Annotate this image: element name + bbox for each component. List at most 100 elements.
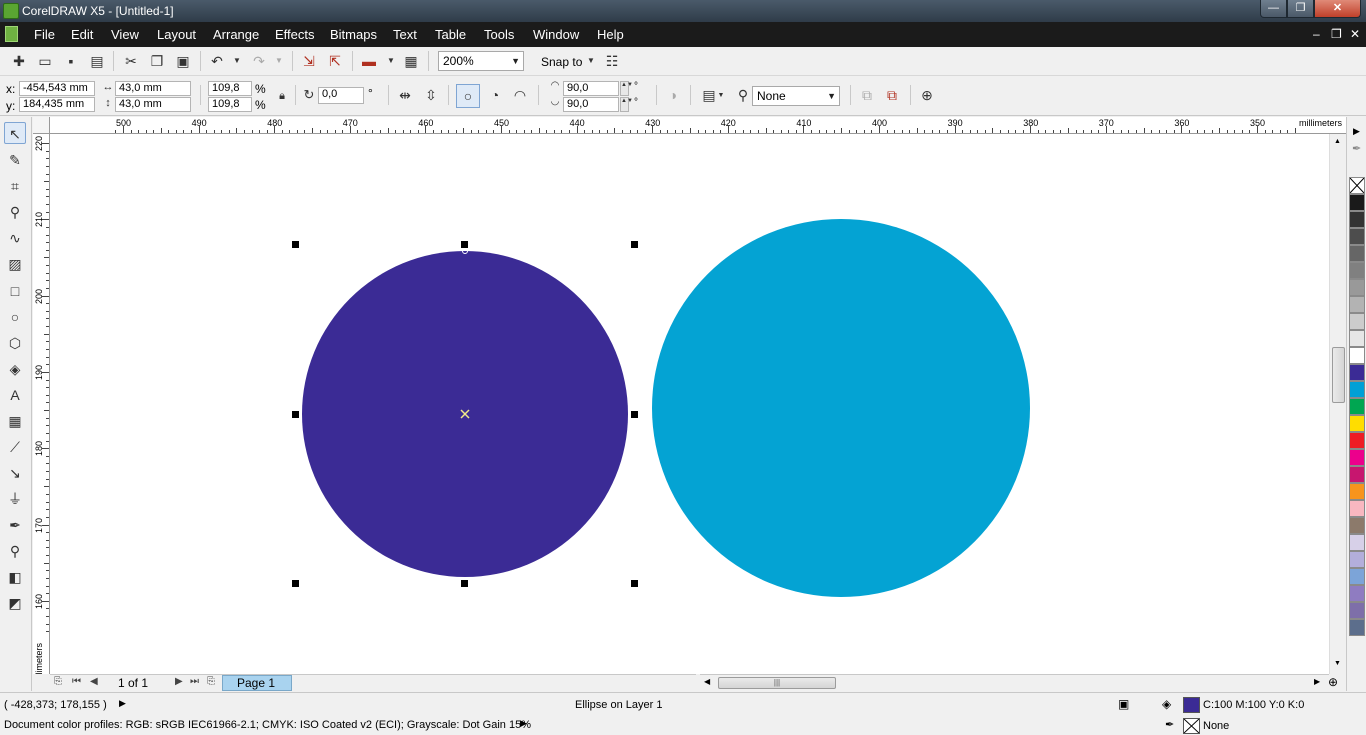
save-icon[interactable]: ▪ [62, 52, 80, 70]
y-position-field[interactable]: 184,435 mm [19, 97, 95, 112]
menu-edit[interactable]: Edit [71, 27, 93, 42]
menu-tools[interactable]: Tools [484, 27, 514, 42]
fill-tool-icon[interactable]: ◧ [4, 566, 26, 588]
selection-handle-tr[interactable] [631, 241, 638, 248]
maximize-button[interactable]: ❐ [1287, 0, 1314, 18]
vertical-ruler[interactable]: 220 210 200 190 180 170 160 millimeters [33, 134, 50, 674]
basic-shapes-tool-icon[interactable]: ◈ [4, 358, 26, 380]
menu-help[interactable]: Help [597, 27, 624, 42]
document-icon[interactable] [5, 26, 18, 42]
palette-swatch[interactable] [1349, 364, 1365, 381]
palette-swatch[interactable] [1349, 211, 1365, 228]
rotation-angle-field[interactable]: 0,0 [318, 87, 364, 104]
zoom-levels-dropdown[interactable]: 200% ▼ [438, 51, 524, 71]
table-tool-icon[interactable]: ▦ [4, 410, 26, 432]
palette-swatch[interactable] [1349, 483, 1365, 500]
snap-to-dropdown-icon[interactable]: ▼ [582, 52, 600, 70]
next-page-icon[interactable]: ▶ [175, 676, 183, 687]
menu-window[interactable]: Window [533, 27, 579, 42]
zoom-tool-icon[interactable]: ⚲ [4, 201, 26, 223]
palette-swatch[interactable] [1349, 568, 1365, 585]
no-color-swatch[interactable] [1349, 177, 1365, 194]
open-folder-icon[interactable]: ▭ [36, 52, 54, 70]
eyedropper-tool-icon[interactable]: ✒ [4, 514, 26, 536]
convert-to-curves-icon[interactable]: ⊕ [918, 86, 936, 104]
paste-icon[interactable]: ▣ [174, 52, 192, 70]
horizontal-scrollbar[interactable]: ◀ ||| ▶ [700, 674, 1329, 691]
minimize-button[interactable]: — [1260, 0, 1287, 18]
welcome-screen-icon[interactable]: ▦ [402, 52, 420, 70]
previous-page-icon[interactable]: ◀ [90, 676, 98, 687]
arc-mode-icon[interactable]: ◠ [511, 86, 529, 104]
ellipse-blue[interactable] [652, 219, 1030, 597]
scroll-down-icon[interactable]: ▼ [1334, 660, 1341, 667]
navigator-zoom-icon[interactable]: ⊕ [1328, 675, 1338, 689]
pick-tool-icon[interactable]: ↖ [4, 122, 26, 144]
export-icon[interactable]: ⇱ [326, 52, 344, 70]
menu-table[interactable]: Table [435, 27, 466, 42]
selection-handle-mr[interactable] [631, 411, 638, 418]
insert-page-after-icon[interactable]: ⎘ [207, 676, 215, 687]
palette-swatch[interactable] [1349, 313, 1365, 330]
horizontal-scroll-thumb[interactable]: ||| [718, 677, 836, 689]
blend-tool-icon[interactable]: ⏚ [4, 488, 26, 510]
menu-arrange[interactable]: Arrange [213, 27, 259, 42]
snap-to-button[interactable]: Snap to [541, 55, 582, 69]
to-front-icon[interactable]: ⧉ [858, 86, 876, 104]
scale-y-field[interactable]: 109,8 [208, 97, 252, 112]
horizontal-ruler[interactable]: millimeters 500 490 480 470 460 450 440 430 420 4… [50, 117, 1346, 134]
palette-swatch[interactable] [1349, 381, 1365, 398]
doc-close-button[interactable]: ✕ [1350, 27, 1360, 41]
ellipse-tool-icon[interactable]: ○ [4, 306, 26, 328]
palette-swatch[interactable] [1349, 517, 1365, 534]
palette-scroll-up-icon[interactable]: ▶ [1353, 126, 1360, 137]
selection-handle-ml[interactable] [292, 411, 299, 418]
palette-swatch[interactable] [1349, 347, 1365, 364]
menu-effects[interactable]: Effects [275, 27, 315, 42]
selection-handle-tc[interactable] [461, 241, 468, 248]
palette-swatch[interactable] [1349, 551, 1365, 568]
x-position-field[interactable]: -454,543 mm [19, 81, 95, 96]
rectangle-tool-icon[interactable]: □ [4, 280, 26, 302]
palette-swatch[interactable] [1349, 262, 1365, 279]
start-angle-spinner[interactable]: ▲▼ [620, 81, 633, 96]
outline-color-swatch[interactable] [1183, 718, 1200, 734]
palette-swatch[interactable] [1349, 432, 1365, 449]
cut-icon[interactable]: ✂ [122, 52, 140, 70]
to-back-icon[interactable]: ⧉ [883, 86, 901, 104]
palette-swatch[interactable] [1349, 228, 1365, 245]
insert-page-before-icon[interactable]: ⎘ [54, 676, 62, 687]
palette-swatch[interactable] [1349, 194, 1365, 211]
palette-eyedropper-icon[interactable]: ✒ [1352, 142, 1361, 155]
text-tool-icon[interactable]: A [4, 384, 26, 406]
object-width-field[interactable]: 43,0 mm [115, 81, 191, 96]
redo-dropdown-icon[interactable]: ▼ [270, 52, 288, 70]
palette-swatch[interactable] [1349, 415, 1365, 432]
selection-handle-tl[interactable] [292, 241, 299, 248]
shape-tool-icon[interactable]: ✎ [4, 149, 26, 171]
polygon-tool-icon[interactable]: ⬡ [4, 332, 26, 354]
wrap-text-icon[interactable]: ▤ [700, 86, 718, 104]
palette-swatch[interactable] [1349, 500, 1365, 517]
connector-tool-icon[interactable]: ↘ [4, 462, 26, 484]
redo-icon[interactable]: ↷ [250, 52, 268, 70]
freehand-tool-icon[interactable]: ∿ [4, 227, 26, 249]
ruler-origin-corner[interactable] [33, 117, 50, 134]
color-profiles-arrow-icon[interactable]: ▶ [520, 718, 527, 729]
mirror-vertical-icon[interactable]: ⇳ [422, 86, 440, 104]
doc-minimize-button[interactable]: – [1313, 27, 1320, 41]
menu-layout[interactable]: Layout [157, 27, 196, 42]
cursor-info-arrow-icon[interactable]: ▶ [119, 698, 126, 709]
menu-text[interactable]: Text [393, 27, 417, 42]
end-angle-spinner[interactable]: ▲▼ [620, 97, 633, 112]
start-angle-field[interactable]: 90,0 [563, 81, 619, 96]
first-page-icon[interactable]: ⏮ [72, 676, 81, 687]
vertical-scrollbar[interactable]: ▲ ▼ [1329, 134, 1346, 674]
lock-ratio-icon[interactable]: 🔒︎ [273, 87, 291, 105]
crop-tool-icon[interactable]: ⌗ [4, 175, 26, 197]
palette-swatch[interactable] [1349, 245, 1365, 262]
undo-dropdown-icon[interactable]: ▼ [228, 52, 246, 70]
palette-swatch[interactable] [1349, 330, 1365, 347]
ellipse-mode-icon[interactable]: ○ [456, 84, 480, 108]
palette-swatch[interactable] [1349, 534, 1365, 551]
